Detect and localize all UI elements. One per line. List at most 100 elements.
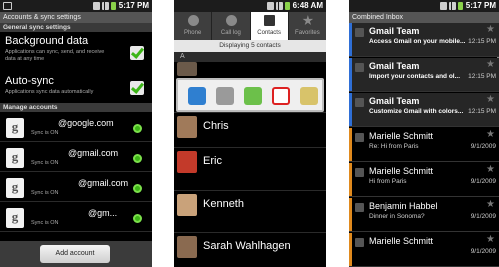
star-icon[interactable]: ★ (486, 129, 495, 140)
message-sender: Gmail Team (369, 96, 420, 106)
message-sender: Marielle Schmitt (369, 236, 434, 246)
message-date: 12:15 PM (468, 38, 496, 45)
data-icon (93, 2, 100, 10)
tab-phone[interactable]: Phone (174, 12, 213, 40)
star-icon[interactable]: ★ (486, 199, 495, 210)
message-date: 9/1/2009 (470, 178, 496, 185)
contact-name: Sarah Wahlhagen (203, 240, 291, 252)
list-item[interactable]: Chris (174, 112, 326, 142)
gmail-icon[interactable] (272, 87, 290, 105)
status-time: 6:48 AM (292, 1, 323, 10)
list-item[interactable] (174, 62, 326, 78)
sync-icon (133, 214, 142, 223)
message-row[interactable]: Marielle Schmitt Re: Hi from Paris 9/1/200… (349, 128, 499, 162)
dialer-tabs: Phone Call log Contacts Favorites (174, 12, 326, 40)
message-date: 9/1/2009 (470, 143, 496, 150)
account-address: @gm... (88, 208, 118, 218)
auto-sync-checkbox[interactable] (130, 81, 144, 95)
background-data-setting[interactable]: Background data Applications can sync, s… (0, 35, 152, 68)
contact-photo (177, 62, 197, 76)
data-icon (440, 2, 447, 10)
message-row[interactable]: Marielle Schmitt Hi from Paris 9/1/2009 ★ (349, 163, 499, 197)
message-row[interactable]: Gmail Team Import your contacts and ol...… (349, 58, 499, 92)
select-checkbox[interactable] (355, 168, 364, 177)
sync-icon (133, 184, 142, 193)
list-item[interactable]: Kenneth (174, 190, 326, 220)
sms-icon[interactable] (244, 87, 262, 105)
sync-icon (133, 154, 142, 163)
message-sender: Marielle Schmitt (369, 166, 434, 176)
signal-icon (449, 2, 456, 10)
message-row[interactable]: Marielle Schmitt 9/1/2009 ★ (349, 233, 499, 267)
quick-contact-bar (176, 78, 324, 112)
tab-label: Favorites (295, 30, 320, 36)
tab-call-log[interactable]: Call log (212, 12, 251, 40)
select-checkbox[interactable] (355, 238, 364, 247)
account-sync-status: Sync is ON (31, 220, 59, 226)
message-subject: Dinner in Sonoma? (369, 213, 425, 220)
list-item[interactable]: Sarah Wahlhagen (174, 232, 326, 262)
auto-sync-setting[interactable]: Auto-sync Applications sync data automat… (0, 75, 152, 101)
star-icon[interactable]: ★ (486, 59, 495, 70)
google-account-icon: g (6, 118, 24, 138)
inbox-title: Combined Inbox (349, 12, 499, 23)
message-subject: Access Gmail on your mobile... (369, 38, 466, 45)
contact-card-icon[interactable] (216, 87, 234, 105)
message-sender: Benjamin Habbel (369, 201, 438, 211)
account-color-bar (349, 233, 352, 266)
message-subject: Hi from Paris (369, 178, 407, 185)
battery-icon (111, 2, 116, 10)
account-sync-status: Sync is ON (31, 160, 59, 166)
tab-contacts[interactable]: Contacts (250, 12, 289, 40)
tab-favorites[interactable]: Favorites (289, 12, 326, 40)
background-data-checkbox[interactable] (130, 46, 144, 60)
bottom-bar: Add account (0, 241, 152, 267)
settings-screen: 5:17 PM Accounts & sync settings General… (0, 0, 152, 267)
account-row[interactable]: g @gm... Sync is ON (0, 205, 152, 232)
data-icon (267, 2, 274, 10)
account-color-bar (349, 128, 352, 161)
add-account-button[interactable]: Add account (40, 245, 110, 263)
star-icon[interactable]: ★ (486, 24, 495, 35)
account-row[interactable]: g @gmail.com Sync is ON (0, 145, 152, 172)
star-icon[interactable]: ★ (486, 164, 495, 175)
letter-header: A (174, 52, 326, 62)
auto-sync-desc: Applications sync data automatically (5, 89, 94, 95)
star-icon[interactable]: ★ (486, 234, 495, 245)
tab-label: Phone (183, 30, 202, 36)
screen-title: Accounts & sync settings (0, 12, 152, 23)
status-bar: 5:17 PM (349, 0, 499, 12)
account-row[interactable]: g @gmail.com Sync is ON (0, 175, 152, 202)
account-color-bar (349, 93, 352, 126)
contact-photo (177, 151, 197, 173)
message-row[interactable]: Gmail Team Access Gmail on your mobile...… (349, 23, 499, 57)
google-account-icon: g (6, 148, 24, 168)
background-data-desc: Applications can sync, send, and receive… (5, 49, 105, 62)
phone-action-icon[interactable] (188, 87, 206, 105)
status-time: 5:17 PM (118, 1, 149, 10)
battery-icon (285, 2, 290, 10)
contacts-icon (264, 15, 276, 26)
account-color-bar (349, 58, 352, 91)
signal-icon (102, 2, 109, 10)
contacts-book-icon[interactable] (300, 87, 318, 105)
tab-label: Contacts (257, 30, 281, 36)
star-icon[interactable]: ★ (486, 94, 495, 105)
select-checkbox[interactable] (355, 63, 364, 72)
account-row[interactable]: g @google.com Sync is ON (0, 115, 152, 142)
account-sync-status: Sync is ON (31, 190, 59, 196)
select-checkbox[interactable] (355, 203, 364, 212)
select-checkbox[interactable] (355, 133, 364, 142)
list-item[interactable]: Eric (174, 147, 326, 177)
contacts-count: Displaying 5 contacts (174, 40, 326, 52)
account-address: @google.com (58, 118, 114, 128)
message-subject: Import your contacts and ol... (369, 73, 461, 80)
select-checkbox[interactable] (355, 28, 364, 37)
message-row[interactable]: Gmail Team Customize Gmail with colors...… (349, 93, 499, 127)
star-icon (302, 15, 314, 26)
select-checkbox[interactable] (355, 98, 364, 107)
message-row[interactable]: Benjamin Habbel Dinner in Sonoma? 9/1/2009… (349, 198, 499, 232)
contact-photo (177, 116, 197, 138)
background-data-label: Background data (5, 35, 89, 47)
inbox-screen: 5:17 PM Combined Inbox Gmail Team Access … (349, 0, 499, 267)
